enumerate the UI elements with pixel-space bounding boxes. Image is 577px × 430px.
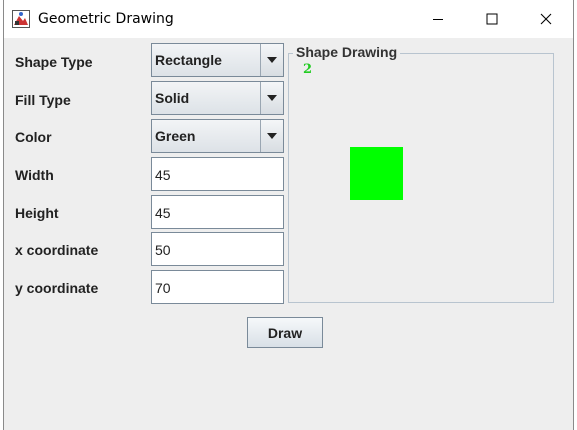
fill-type-select[interactable]: Solid: [151, 81, 284, 115]
shape-type-label: Shape Type: [15, 54, 93, 70]
x-coordinate-label: x coordinate: [15, 242, 99, 258]
color-value: Green: [155, 128, 196, 144]
height-label: Height: [15, 205, 59, 221]
chevron-down-icon[interactable]: [260, 120, 283, 152]
height-input[interactable]: 45: [151, 195, 284, 229]
x-coordinate-input[interactable]: 50: [151, 232, 284, 266]
fill-type-label: Fill Type: [15, 92, 71, 108]
panel-title: Shape Drawing: [293, 44, 401, 60]
shape-type-value: Rectangle: [155, 52, 222, 68]
chevron-down-icon[interactable]: [260, 44, 283, 76]
color-select[interactable]: Green: [151, 119, 284, 153]
minimize-icon: [432, 10, 444, 29]
shape-type-select[interactable]: Rectangle: [151, 43, 284, 77]
color-label: Color: [15, 129, 52, 145]
shape-counter: 2: [303, 62, 313, 77]
y-coordinate-input[interactable]: 70: [151, 270, 284, 304]
app-icon: [12, 10, 30, 28]
width-input[interactable]: 45: [151, 157, 284, 191]
window-title: Geometric Drawing: [38, 11, 174, 27]
title-bar[interactable]: Geometric Drawing: [4, 0, 573, 38]
y-coordinate-label: y coordinate: [15, 280, 99, 296]
chevron-down-icon[interactable]: [260, 82, 283, 114]
width-label: Width: [15, 167, 54, 183]
maximize-icon: [486, 10, 498, 29]
close-button[interactable]: [523, 0, 569, 38]
shape-drawing-panel: [288, 53, 554, 303]
close-icon: [540, 10, 552, 29]
fill-type-value: Solid: [155, 90, 190, 106]
draw-button[interactable]: Draw: [247, 317, 323, 348]
maximize-button[interactable]: [469, 0, 515, 38]
drawn-rectangle: [350, 147, 403, 200]
minimize-button[interactable]: [415, 0, 461, 38]
